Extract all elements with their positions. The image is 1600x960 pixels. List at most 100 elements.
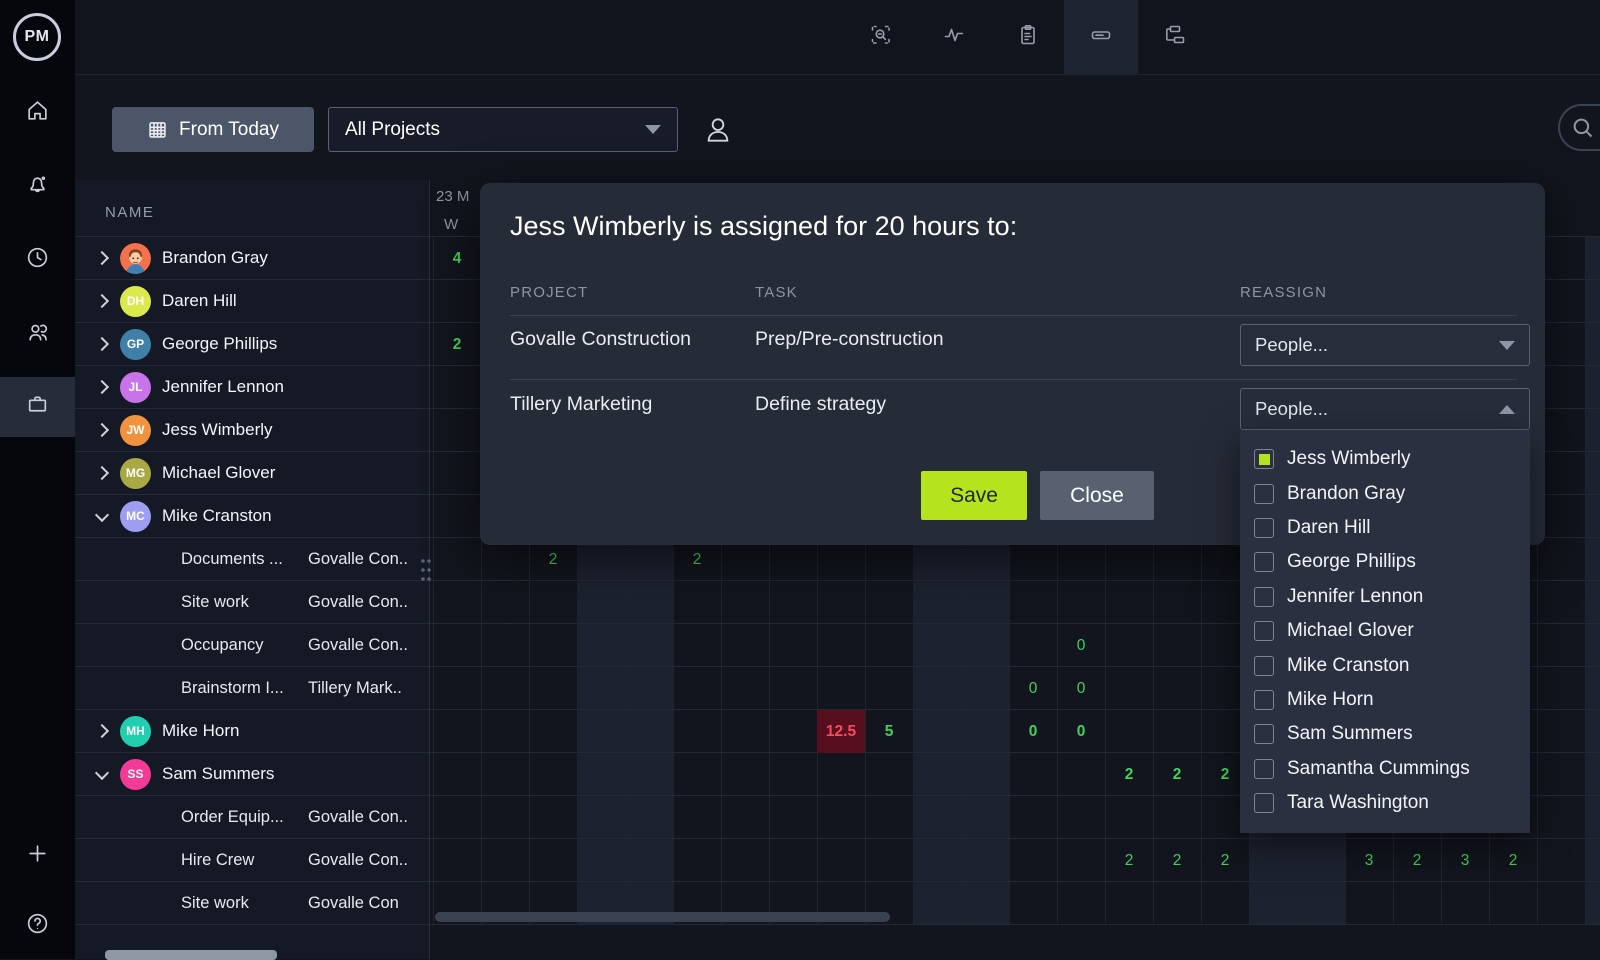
reassign-people-select[interactable]: People... xyxy=(1240,324,1530,366)
checkbox-unchecked[interactable] xyxy=(1254,518,1274,538)
dropdown-option[interactable]: Mike Horn xyxy=(1240,683,1530,717)
dropdown-option[interactable]: Brandon Gray xyxy=(1240,476,1530,510)
tab-activity[interactable] xyxy=(917,0,991,75)
checkbox-unchecked[interactable] xyxy=(1254,724,1274,744)
reassign-people-select[interactable]: People... xyxy=(1240,388,1530,430)
reassign-people-dropdown: Jess Wimberly Brandon GrayDaren HillGeorg… xyxy=(1240,430,1530,833)
person-row[interactable]: MCMike Cranston xyxy=(75,495,429,538)
task-project: Govalle Con xyxy=(308,894,399,913)
sidebar-item-projects[interactable] xyxy=(0,377,75,437)
sidebar-item-team[interactable] xyxy=(0,305,75,365)
avatar: MG xyxy=(120,458,151,489)
chevron-up-icon xyxy=(1499,405,1515,414)
projects-filter-select[interactable]: All Projects xyxy=(328,107,678,152)
search-field[interactable] xyxy=(1558,104,1600,151)
chevron-down-icon[interactable] xyxy=(95,508,109,522)
workload-cell[interactable]: 2 xyxy=(1393,839,1441,882)
workload-cell[interactable]: 4 xyxy=(433,237,481,280)
workload-cell[interactable]: 2 xyxy=(1105,839,1153,882)
tab-workload[interactable] xyxy=(1064,0,1138,75)
task-row[interactable]: OccupancyGovalle Con.. xyxy=(75,624,429,667)
chevron-right-icon[interactable] xyxy=(95,724,109,738)
person-row[interactable]: JLJennifer Lennon xyxy=(75,366,429,409)
sidebar-item-notifications[interactable] xyxy=(0,157,75,217)
chevron-right-icon[interactable] xyxy=(95,251,109,265)
chevron-right-icon[interactable] xyxy=(95,423,109,437)
dropdown-option[interactable]: Michael Glover xyxy=(1240,614,1530,648)
workload-cell[interactable]: 3 xyxy=(1441,839,1489,882)
checkbox-unchecked[interactable] xyxy=(1254,587,1274,607)
chevron-right-icon[interactable] xyxy=(95,294,109,308)
workload-cell[interactable]: 2 xyxy=(433,323,481,366)
workload-cell-overallocated[interactable]: 12.5 xyxy=(817,710,865,753)
workload-cell[interactable]: 2 xyxy=(1153,753,1201,796)
tab-board[interactable] xyxy=(1137,0,1211,75)
task-row[interactable]: Site workGovalle Con xyxy=(75,882,429,925)
sidebar-item-home[interactable] xyxy=(0,83,75,143)
task-row[interactable]: Hire CrewGovalle Con.. xyxy=(75,839,429,882)
dropdown-option-label: Jess Wimberly xyxy=(1287,448,1411,470)
workload-cell[interactable]: 0 xyxy=(1009,710,1057,753)
close-button[interactable]: Close xyxy=(1040,471,1154,520)
person-row[interactable]: GPGeorge Phillips xyxy=(75,323,429,366)
person-row[interactable]: MGMichael Glover xyxy=(75,452,429,495)
person-row[interactable]: JWJess Wimberly xyxy=(75,409,429,452)
workload-cell[interactable]: 0 xyxy=(1009,667,1057,710)
task-row[interactable]: Brainstorm I...Tillery Mark.. xyxy=(75,667,429,710)
panel-resize-handle[interactable] xyxy=(420,556,432,588)
briefcase-icon xyxy=(25,392,50,422)
dropdown-option[interactable]: Sam Summers xyxy=(1240,717,1530,751)
dropdown-option[interactable]: Samantha Cummings xyxy=(1240,752,1530,786)
workload-cell[interactable]: 0 xyxy=(1057,710,1105,753)
person-row[interactable]: DHDaren Hill xyxy=(75,280,429,323)
person-row[interactable]: Brandon Gray xyxy=(75,237,429,280)
dropdown-option[interactable]: George Phillips xyxy=(1240,545,1530,579)
dropdown-option[interactable]: Daren Hill xyxy=(1240,511,1530,545)
task-row[interactable]: Order Equip...Govalle Con.. xyxy=(75,796,429,839)
dropdown-option-label: Mike Cranston xyxy=(1287,655,1410,677)
task-name: Documents ... xyxy=(181,550,283,569)
workload-cell[interactable]: 3 xyxy=(1345,839,1393,882)
reassign-select-value: People... xyxy=(1255,398,1328,420)
chevron-right-icon[interactable] xyxy=(95,466,109,480)
dropdown-option[interactable]: Tara Washington xyxy=(1240,786,1530,820)
dropdown-option-label: Mike Horn xyxy=(1287,689,1374,711)
grid-horizontal-scrollbar[interactable] xyxy=(435,912,890,922)
person-row[interactable]: SSSam Summers xyxy=(75,753,429,796)
dropdown-option[interactable]: Mike Cranston xyxy=(1240,648,1530,682)
workload-cell[interactable]: 2 xyxy=(1153,839,1201,882)
chevron-right-icon[interactable] xyxy=(95,380,109,394)
workload-cell[interactable]: 2 xyxy=(1105,753,1153,796)
tab-zoom-search[interactable] xyxy=(844,0,918,75)
tab-tasks[interactable] xyxy=(991,0,1065,75)
checkbox-unchecked[interactable] xyxy=(1254,552,1274,572)
checkbox-unchecked[interactable] xyxy=(1254,621,1274,641)
save-button[interactable]: Save xyxy=(921,471,1027,520)
sidebar-item-history[interactable] xyxy=(0,230,75,290)
assignee-filter-button[interactable] xyxy=(697,107,739,152)
dropdown-option[interactable]: Jess Wimberly xyxy=(1240,442,1530,476)
from-today-button[interactable]: From Today xyxy=(112,107,314,152)
checkbox-unchecked[interactable] xyxy=(1254,484,1274,504)
sidebar-item-help[interactable] xyxy=(0,896,75,956)
checkbox-unchecked[interactable] xyxy=(1254,656,1274,676)
checkbox-unchecked[interactable] xyxy=(1254,690,1274,710)
workload-cell[interactable]: 5 xyxy=(865,710,913,753)
task-row[interactable]: Site workGovalle Con.. xyxy=(75,581,429,624)
workload-cell[interactable]: 2 xyxy=(1489,839,1537,882)
chevron-down-icon[interactable] xyxy=(95,766,109,780)
workload-cell[interactable]: 0 xyxy=(1057,624,1105,667)
from-today-label: From Today xyxy=(179,119,279,141)
checkbox-checked[interactable] xyxy=(1254,449,1274,469)
chevron-right-icon[interactable] xyxy=(95,337,109,351)
dropdown-option-label: Jennifer Lennon xyxy=(1287,586,1423,608)
task-row[interactable]: Documents ...Govalle Con.. xyxy=(75,538,429,581)
app-logo[interactable]: PM xyxy=(13,13,61,61)
workload-cell[interactable]: 2 xyxy=(1201,839,1249,882)
workload-cell[interactable]: 0 xyxy=(1057,667,1105,710)
person-row[interactable]: MHMike Horn xyxy=(75,710,429,753)
dropdown-option[interactable]: Jennifer Lennon xyxy=(1240,580,1530,614)
checkbox-unchecked[interactable] xyxy=(1254,759,1274,779)
checkbox-unchecked[interactable] xyxy=(1254,793,1274,813)
sidebar-item-add[interactable] xyxy=(0,826,75,886)
